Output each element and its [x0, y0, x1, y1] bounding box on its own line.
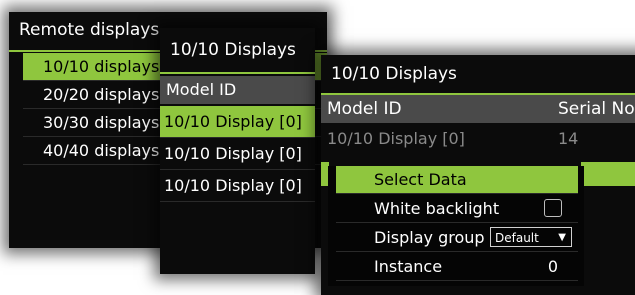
list-item-display[interactable]: 10/10 Display [0]	[160, 106, 315, 138]
menu-item-select-data[interactable]: Select Data	[336, 166, 578, 194]
menu-item-label: Select Data	[374, 170, 467, 189]
column-header-model-id: Model ID	[321, 95, 557, 123]
menu-item-display-group[interactable]: Display group Default ▼	[336, 224, 578, 252]
white-backlight-checkbox[interactable]	[544, 199, 562, 217]
selected-row-highlight	[581, 162, 635, 186]
menu-item-label: Instance	[374, 257, 443, 276]
context-menu: Select Data White backlight Display grou…	[328, 166, 584, 286]
chevron-down-icon: ▼	[558, 232, 566, 243]
title-divider	[160, 72, 315, 74]
cell-model-id: 10/10 Display [0]	[327, 129, 465, 148]
panel-title: 10/10 Displays	[170, 40, 296, 60]
displays-list-panel: 10/10 Displays Model ID 10/10 Display [0…	[160, 28, 315, 274]
list-item-display[interactable]: 10/10 Display [0]	[160, 138, 315, 170]
menu-item-label: White backlight	[374, 199, 500, 218]
display-group-dropdown[interactable]: Default ▼	[490, 227, 572, 247]
cell-serial-no: 14	[558, 129, 579, 148]
list-item-display[interactable]: 10/10 Display [0]	[160, 170, 315, 202]
panel-title: 10/10 Displays	[331, 64, 457, 84]
dropdown-value: Default	[495, 231, 539, 245]
menu-item-instance[interactable]: Instance 0	[336, 253, 578, 281]
column-header-serial-no: Serial No.	[554, 95, 635, 123]
menu-item-white-backlight[interactable]: White backlight	[336, 195, 578, 223]
column-header-model-id: Model ID	[160, 76, 315, 104]
menu-item-label: Display group	[374, 228, 485, 247]
instance-value: 0	[547, 257, 558, 276]
